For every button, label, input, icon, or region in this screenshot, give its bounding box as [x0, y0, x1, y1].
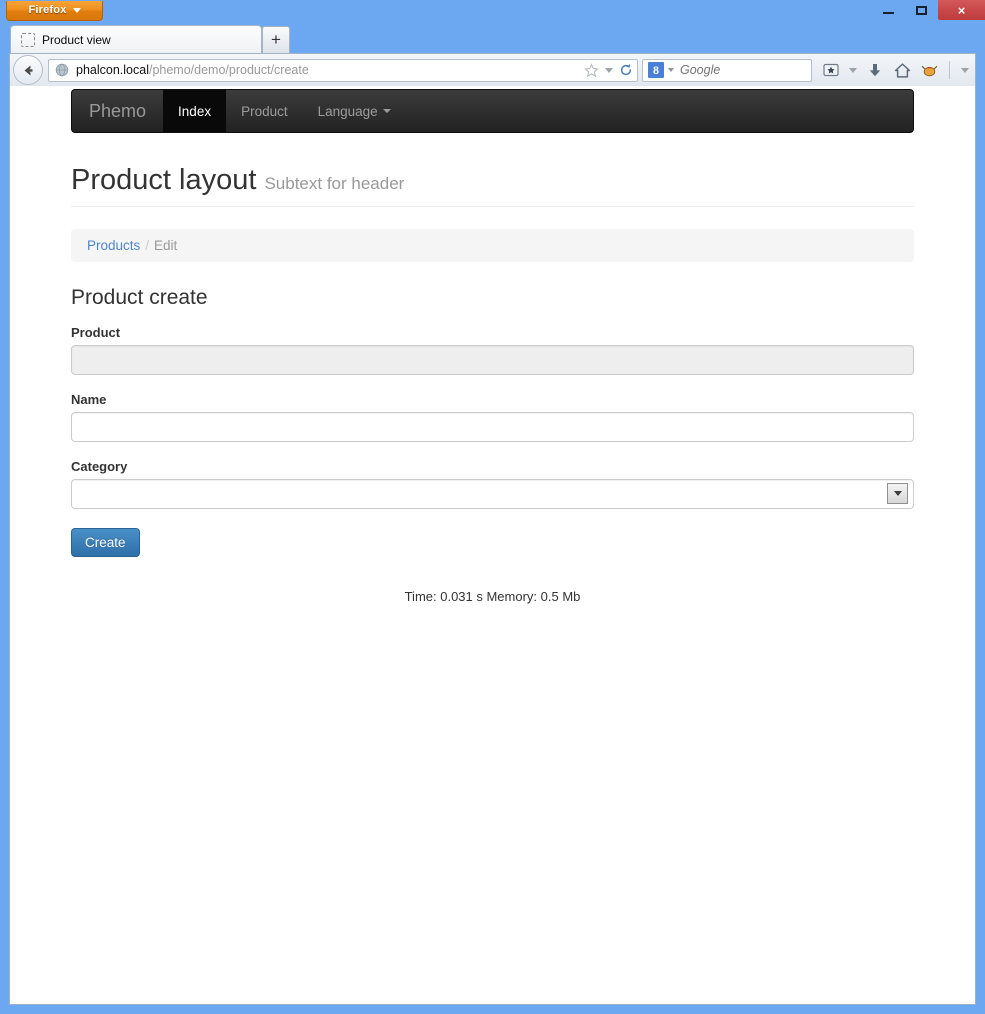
- page-subtitle: Subtext for header: [264, 174, 405, 193]
- title-bar: Firefox ×: [0, 0, 985, 22]
- chevron-down-icon: [382, 109, 391, 113]
- minimize-icon: [883, 12, 894, 14]
- browser-toolbar: phalcon.local/phemo/demo/product/create …: [9, 53, 976, 86]
- form-group-product: Product: [71, 325, 914, 375]
- label-name: Name: [71, 391, 107, 407]
- close-icon: ×: [957, 2, 966, 18]
- navbar-brand[interactable]: Phemo: [72, 90, 163, 132]
- bookmarks-icon[interactable]: [822, 61, 840, 79]
- category-select-wrapper: [71, 478, 914, 509]
- address-bar[interactable]: phalcon.local/phemo/demo/product/create: [48, 58, 638, 82]
- plus-icon: +: [271, 30, 281, 49]
- breadcrumb: Products / Edit: [71, 228, 914, 262]
- content-container: Product layout Subtext for header Produc…: [71, 164, 914, 604]
- maximize-icon: [916, 5, 927, 15]
- address-bar-actions: [578, 62, 633, 78]
- form-group-name: Name: [71, 392, 914, 442]
- page-header: Product layout Subtext for header: [71, 164, 914, 207]
- form-group-category: Category: [71, 459, 914, 509]
- addon-icon[interactable]: [920, 61, 938, 79]
- window-controls: ×: [872, 0, 985, 22]
- new-tab-button[interactable]: +: [262, 26, 290, 53]
- reload-icon[interactable]: [619, 63, 633, 77]
- close-button[interactable]: ×: [938, 0, 985, 20]
- category-select[interactable]: [71, 478, 914, 509]
- tab-strip: Product view +: [0, 22, 985, 53]
- label-category: Category: [71, 458, 128, 474]
- chevron-down-icon[interactable]: [849, 67, 857, 73]
- footer-stats: Time: 0.031 s Memory: 0.5 Mb: [404, 588, 581, 604]
- nav-item-product[interactable]: Product: [226, 90, 303, 132]
- breadcrumb-link-products[interactable]: Products: [87, 238, 140, 253]
- chevron-down-icon[interactable]: [668, 68, 674, 72]
- overflow-caret-icon[interactable]: [961, 67, 969, 73]
- minimize-button[interactable]: [872, 0, 905, 20]
- product-input: [71, 344, 914, 375]
- nav-item-language-label: Language: [317, 103, 378, 119]
- address-bar-url: phalcon.local/phemo/demo/product/create: [76, 63, 578, 77]
- globe-icon: [55, 63, 69, 77]
- product-create-form: Product Name Category Create: [71, 325, 914, 557]
- maximize-button[interactable]: [905, 0, 938, 20]
- chevron-down-icon: [72, 7, 81, 13]
- chevron-down-icon[interactable]: [605, 67, 613, 73]
- nav-item-index[interactable]: Index: [163, 90, 227, 132]
- form-title: Product create: [71, 285, 208, 309]
- downloads-icon[interactable]: [866, 61, 884, 79]
- page-title-text: Product layout: [71, 164, 257, 196]
- search-engine-icon: 8: [648, 62, 664, 78]
- url-host: phalcon.local: [76, 63, 149, 77]
- breadcrumb-separator: /: [145, 237, 150, 253]
- back-arrow-icon: [24, 65, 32, 75]
- browser-tab[interactable]: Product view: [10, 25, 262, 53]
- page-viewport: Phemo Index Product Language Product lay…: [9, 86, 976, 1005]
- firefox-menu-button[interactable]: Firefox: [6, 1, 103, 21]
- bookmark-star-icon[interactable]: [584, 62, 599, 78]
- toolbar-icon-group: [812, 61, 975, 79]
- name-input[interactable]: [71, 411, 914, 442]
- home-icon[interactable]: [893, 61, 911, 79]
- firefox-menu-label: Firefox: [28, 4, 67, 16]
- nav-item-language[interactable]: Language: [303, 90, 406, 132]
- back-button[interactable]: [13, 55, 43, 85]
- breadcrumb-current: Edit: [154, 237, 178, 253]
- tab-title: Product view: [42, 32, 111, 47]
- create-button[interactable]: Create: [71, 527, 140, 557]
- favicon-placeholder-icon: [21, 32, 35, 47]
- web-page: Phemo Index Product Language Product lay…: [10, 89, 975, 604]
- toolbar-divider: [949, 61, 950, 79]
- site-navbar: Phemo Index Product Language: [71, 89, 914, 133]
- url-path: /phemo/demo/product/create: [148, 63, 309, 77]
- label-product: Product: [71, 324, 121, 340]
- search-bar[interactable]: 8: [642, 58, 843, 82]
- browser-window: Firefox × Product view + phalcon.local/p…: [0, 0, 985, 1014]
- page-title: Product layout Subtext for header: [71, 164, 914, 197]
